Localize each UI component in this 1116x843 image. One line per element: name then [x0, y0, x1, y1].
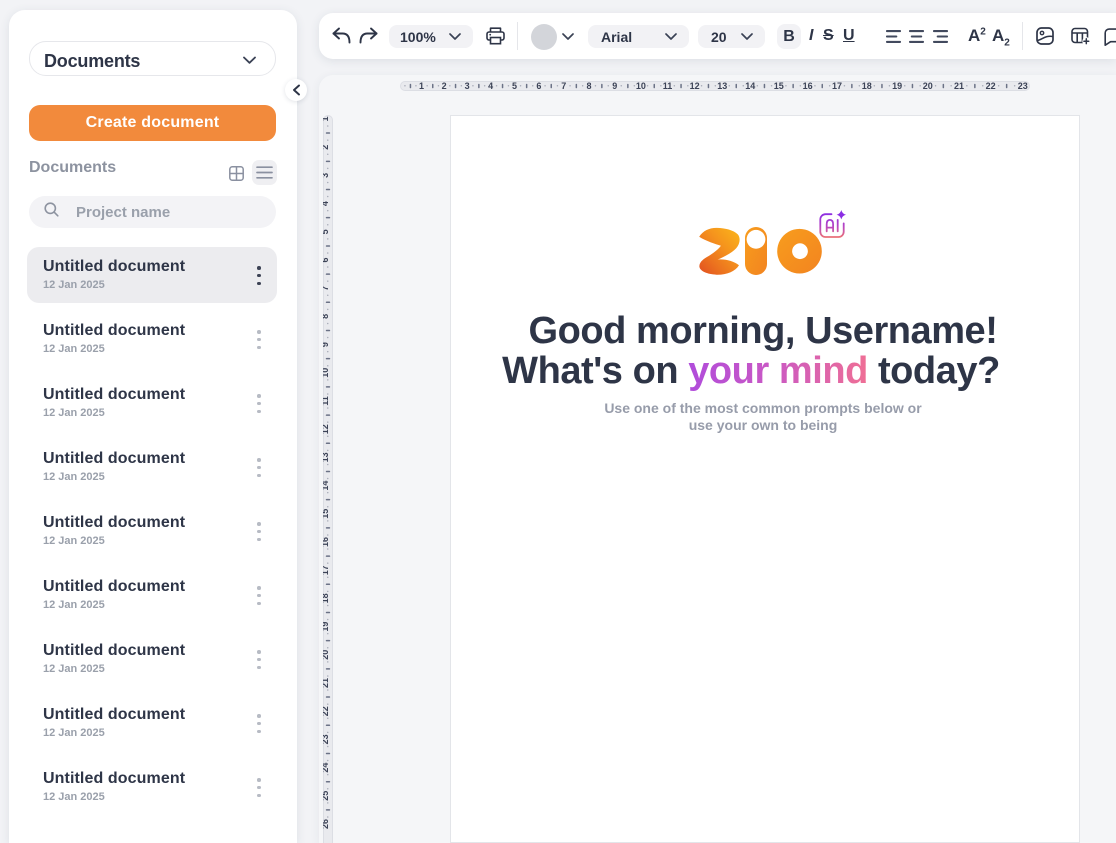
svg-text:8: 8: [323, 314, 330, 319]
svg-text:23: 23: [323, 734, 330, 744]
svg-text:3: 3: [323, 173, 330, 178]
svg-text:26: 26: [323, 819, 330, 829]
svg-text:13: 13: [323, 452, 330, 462]
svg-text:19: 19: [323, 622, 330, 632]
svg-text:21: 21: [323, 678, 330, 688]
svg-text:7: 7: [323, 286, 330, 291]
svg-text:11: 11: [323, 396, 330, 406]
svg-text:24: 24: [323, 763, 330, 773]
svg-text:20: 20: [323, 650, 330, 660]
svg-text:14: 14: [323, 481, 330, 491]
svg-text:18: 18: [323, 593, 330, 603]
svg-text:16: 16: [323, 537, 330, 547]
svg-text:1: 1: [323, 116, 330, 121]
svg-text:22: 22: [323, 706, 330, 716]
svg-text:5: 5: [323, 229, 330, 234]
svg-text:15: 15: [323, 509, 330, 519]
svg-text:4: 4: [323, 201, 330, 206]
svg-text:2: 2: [323, 145, 330, 150]
svg-text:6: 6: [323, 257, 330, 262]
svg-text:9: 9: [323, 342, 330, 347]
svg-text:17: 17: [323, 565, 330, 575]
svg-text:25: 25: [323, 791, 330, 801]
svg-text:10: 10: [323, 368, 330, 378]
svg-text:1: 1: [419, 81, 424, 91]
svg-text:2: 2: [442, 81, 447, 91]
svg-text:12: 12: [323, 424, 330, 434]
